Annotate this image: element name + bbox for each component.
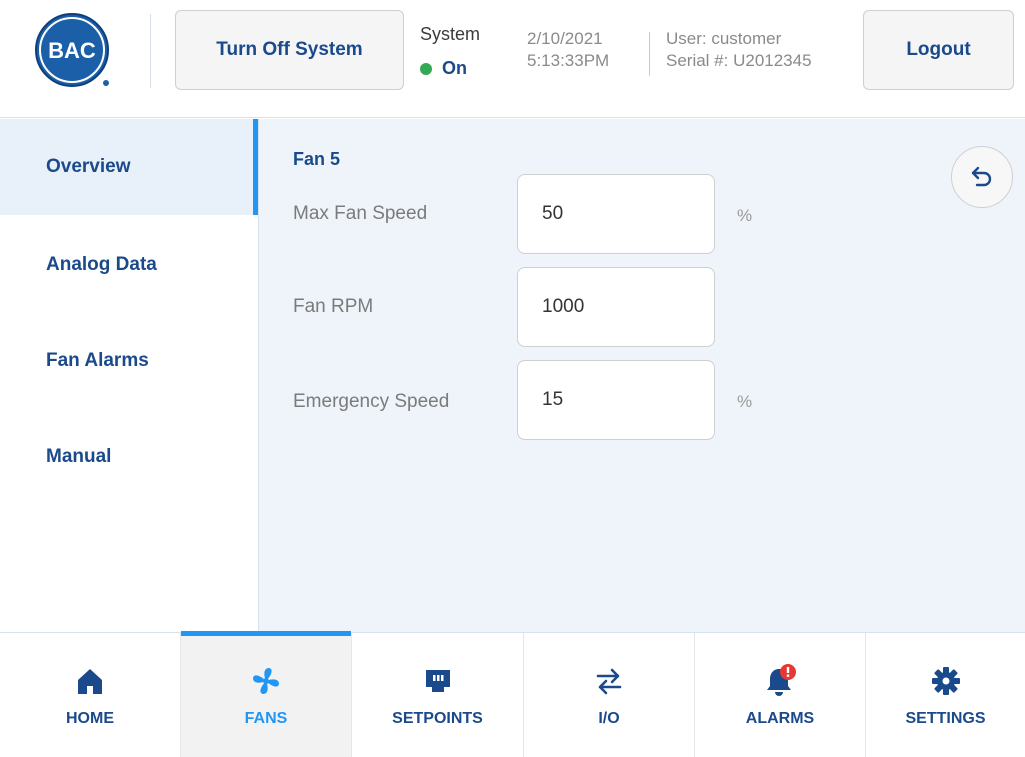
- sidebar: Overview Analog Data Fan Alarms Manual: [0, 119, 258, 632]
- alarm-bell-icon: [762, 663, 798, 699]
- system-label: System: [420, 24, 481, 44]
- emergency-speed-label: Emergency Speed: [293, 391, 450, 412]
- nav-fans-label: FANS: [244, 710, 288, 727]
- gear-icon: [928, 663, 964, 699]
- system-status: On: [420, 58, 467, 79]
- max-fan-speed-unit: %: [737, 206, 753, 225]
- nav-home-label: HOME: [66, 710, 114, 727]
- status-dot-icon: [420, 62, 432, 75]
- nav-fans[interactable]: FANS: [181, 631, 352, 757]
- bac-logo: BAC: [35, 13, 109, 87]
- undo-arrow-icon: [971, 166, 992, 187]
- nav-alarms[interactable]: ALARMS: [695, 633, 866, 757]
- back-button[interactable]: [951, 146, 1013, 208]
- fan-icon: [248, 663, 284, 699]
- logo-text: BAC: [48, 38, 96, 63]
- nav-settings-label: SETTINGS: [905, 710, 986, 727]
- sidebar-item-manual[interactable]: Manual: [0, 409, 258, 505]
- io-arrows-icon: [591, 663, 627, 699]
- nav-home[interactable]: HOME: [0, 633, 181, 757]
- sidebar-item-fan-alarms[interactable]: Fan Alarms: [0, 313, 258, 409]
- nav-settings[interactable]: SETTINGS: [866, 633, 1025, 757]
- nav-setpoints-label: SETPOINTS: [392, 710, 483, 727]
- fan-rpm-input[interactable]: 1000: [517, 267, 715, 347]
- emergency-speed-input[interactable]: 15: [517, 360, 715, 440]
- header-bar: BAC Turn Off System System On 2/10/2021 …: [0, 0, 1025, 118]
- user-info: User: customer Serial #: U2012345: [666, 28, 812, 72]
- user-text: User: customer: [666, 29, 782, 48]
- header-divider: [150, 14, 151, 88]
- serial-text: Serial #: U2012345: [666, 51, 812, 70]
- max-fan-speed-input[interactable]: 50: [517, 174, 715, 254]
- nav-alarms-label: ALARMS: [745, 710, 815, 727]
- info-divider: [649, 32, 650, 76]
- main-panel: Fan 5 Max Fan Speed 50 % Fan RPM 1000 Em…: [258, 119, 1025, 632]
- date-text: 2/10/2021: [527, 29, 603, 48]
- home-icon: [72, 663, 108, 699]
- nav-active-indicator: [181, 631, 351, 636]
- nav-io[interactable]: I/O: [524, 633, 695, 757]
- page-title: Fan 5: [293, 149, 341, 169]
- max-fan-speed-label: Max Fan Speed: [293, 203, 428, 224]
- setpoints-icon: [420, 663, 456, 699]
- time-text: 5:13:33PM: [527, 51, 610, 70]
- logout-button[interactable]: Logout: [863, 10, 1014, 90]
- nav-io-label: I/O: [598, 710, 620, 727]
- system-status-text: On: [442, 58, 467, 78]
- sidebar-item-overview[interactable]: Overview: [0, 119, 258, 215]
- bottom-nav: HOME FANS SETPOINTS I/O ALARMS SETTINGS: [0, 631, 1025, 757]
- fan-rpm-label: Fan RPM: [293, 296, 374, 317]
- datetime: 2/10/2021 5:13:33PM: [527, 28, 609, 72]
- turn-off-system-button[interactable]: Turn Off System: [175, 10, 404, 90]
- emergency-speed-unit: %: [737, 392, 753, 411]
- sidebar-item-analog-data[interactable]: Analog Data: [0, 217, 258, 313]
- nav-setpoints[interactable]: SETPOINTS: [352, 633, 524, 757]
